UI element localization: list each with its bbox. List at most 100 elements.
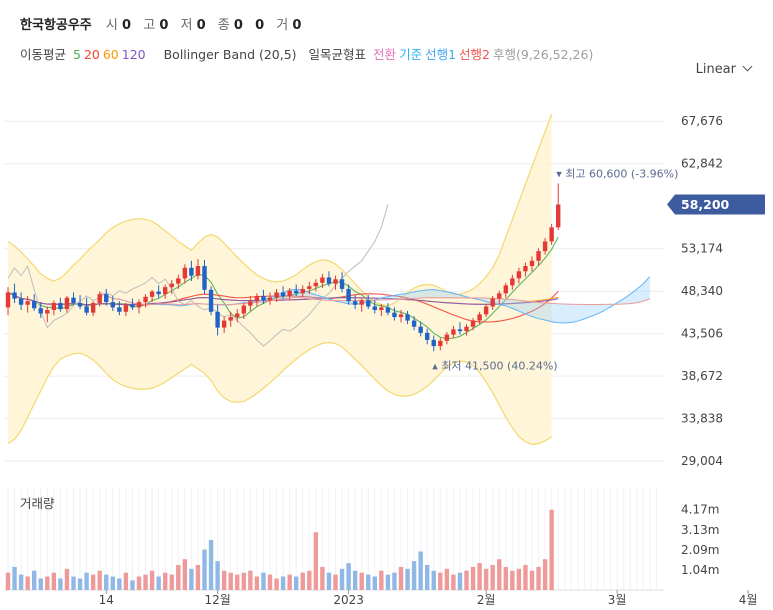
high-annotation: ▾ 최고 60,600 (-3.96%) bbox=[556, 167, 678, 180]
volume-bar bbox=[97, 570, 102, 590]
volume-bar bbox=[104, 574, 109, 590]
candle-body bbox=[241, 305, 246, 314]
volume-bar bbox=[398, 566, 404, 590]
candle-body bbox=[228, 317, 233, 321]
volume-bar bbox=[510, 570, 515, 590]
volume-bar bbox=[464, 570, 469, 590]
volume-bar bbox=[366, 574, 371, 590]
volume-bar bbox=[326, 572, 332, 590]
volume-bar bbox=[90, 574, 96, 590]
volume-bar bbox=[457, 572, 463, 590]
volume-bar bbox=[261, 572, 266, 590]
candle-body bbox=[58, 302, 63, 310]
candle-body bbox=[549, 227, 554, 242]
price-chart: ▾ 최고 60,600 (-3.96%) ▴ 최저 41,500 (40.24%)… bbox=[4, 113, 765, 607]
volume-bar bbox=[516, 568, 522, 590]
y-tick-label: 53,174 bbox=[681, 242, 723, 256]
volume-bar bbox=[235, 574, 240, 590]
candle-body bbox=[320, 277, 325, 283]
volume-bar bbox=[451, 574, 456, 590]
candle-body bbox=[189, 267, 194, 276]
candle-body bbox=[123, 304, 129, 312]
candle-body bbox=[280, 292, 286, 296]
volume-bar bbox=[182, 559, 188, 590]
current-price-label: 58,200 bbox=[681, 197, 730, 212]
y-tick-label: 33,838 bbox=[681, 412, 723, 426]
candle-body bbox=[51, 302, 57, 311]
volume-bar bbox=[411, 561, 417, 590]
volume-bar bbox=[392, 572, 397, 590]
volume-bar bbox=[241, 572, 246, 590]
volume-bar bbox=[25, 576, 30, 590]
candle-body bbox=[248, 301, 253, 306]
volume-tick-label: 2.09m bbox=[681, 543, 719, 557]
volume-bar bbox=[215, 561, 220, 590]
candle-body bbox=[261, 295, 266, 301]
volume-bar bbox=[254, 576, 260, 590]
volume-bar bbox=[169, 574, 174, 590]
candle-body bbox=[149, 291, 155, 297]
candle-body bbox=[431, 339, 436, 347]
y-tick-label: 43,506 bbox=[681, 327, 723, 341]
volume-bar bbox=[267, 574, 273, 590]
candle-body bbox=[5, 292, 11, 308]
candle-body bbox=[398, 314, 404, 318]
candle-body bbox=[221, 320, 227, 328]
candle-body bbox=[84, 306, 89, 313]
candle-body bbox=[339, 279, 345, 289]
candle-body bbox=[385, 307, 391, 313]
candle-body bbox=[97, 294, 102, 303]
candle-body bbox=[483, 306, 489, 315]
candle-body bbox=[202, 266, 207, 290]
candle-body bbox=[451, 329, 456, 335]
candle-body bbox=[215, 311, 220, 328]
volume-bar bbox=[32, 570, 37, 590]
candle-body bbox=[405, 314, 410, 321]
candle-body bbox=[235, 313, 240, 318]
volume-bar bbox=[300, 572, 305, 590]
candle-body bbox=[208, 289, 214, 312]
candle-body bbox=[104, 294, 109, 303]
volume-tick-label: 1.04m bbox=[681, 563, 719, 577]
volume-bar bbox=[123, 572, 129, 590]
volume-bar bbox=[431, 570, 436, 590]
volume-tick-label: 3.13m bbox=[681, 523, 719, 537]
y-tick-label: 38,672 bbox=[681, 369, 723, 383]
candle-body bbox=[516, 271, 522, 279]
volume-bar bbox=[143, 574, 148, 590]
volume-bar bbox=[195, 564, 201, 590]
volume-bar bbox=[130, 580, 135, 590]
volume-bar bbox=[477, 563, 482, 590]
volume-bar bbox=[339, 568, 345, 590]
volume-bar bbox=[18, 574, 24, 590]
candle-body bbox=[529, 260, 535, 267]
volume-bar bbox=[352, 570, 358, 590]
candle-body bbox=[77, 302, 83, 307]
volume-bar bbox=[156, 576, 161, 590]
x-tick-label: 2월 bbox=[477, 593, 496, 607]
volume-bar bbox=[136, 576, 142, 590]
candle-body bbox=[503, 285, 508, 294]
x-tick-label: 2023 bbox=[333, 593, 364, 607]
candle-body bbox=[313, 282, 319, 287]
volume-bar bbox=[64, 568, 70, 590]
candle-body bbox=[117, 307, 122, 312]
candle-body bbox=[464, 326, 469, 332]
candle-body bbox=[425, 332, 430, 340]
volume-bar bbox=[503, 566, 508, 590]
candle-body bbox=[542, 241, 548, 252]
volume-bar bbox=[379, 570, 384, 590]
candle-body bbox=[182, 267, 188, 279]
y-tick-label: 67,676 bbox=[681, 114, 723, 128]
candle-body bbox=[359, 300, 364, 305]
volume-bar bbox=[333, 574, 338, 590]
candle-body bbox=[12, 292, 17, 299]
volume-tick-label: 4.17m bbox=[681, 503, 719, 517]
candle-body bbox=[176, 278, 181, 284]
volume-bar bbox=[444, 568, 450, 590]
volume-bar bbox=[287, 574, 292, 590]
candle-body bbox=[130, 304, 135, 308]
candle-body bbox=[477, 314, 482, 321]
volume-bar bbox=[359, 572, 364, 590]
volume-bar bbox=[84, 572, 89, 590]
